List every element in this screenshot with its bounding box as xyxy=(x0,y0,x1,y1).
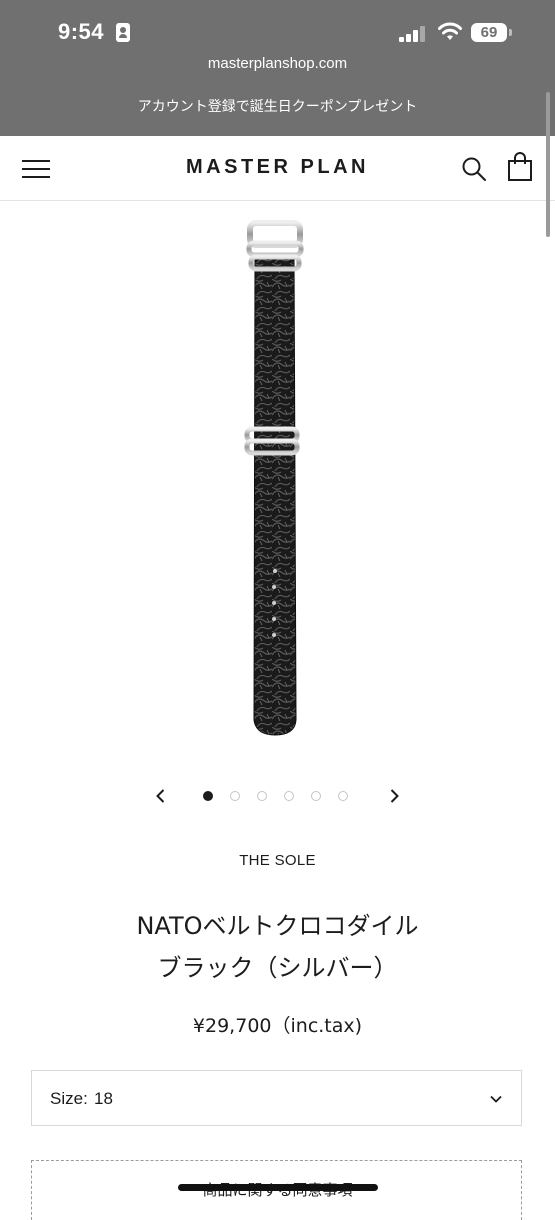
product-title-line: NATOベルトクロコダイル xyxy=(136,912,419,940)
carousel-dot[interactable] xyxy=(203,791,213,801)
url-bar[interactable]: masterplanshop.com xyxy=(0,55,555,72)
home-indicator xyxy=(178,1184,378,1191)
search-icon[interactable] xyxy=(461,156,487,182)
battery-tip xyxy=(509,29,512,36)
product-title: NATOベルトクロコダイル ブラック（シルバー） xyxy=(60,905,495,989)
chevron-down-icon xyxy=(490,1095,502,1103)
product-title-line: ブラック（シルバー） xyxy=(157,954,398,982)
chevron-right-icon[interactable] xyxy=(384,786,404,806)
status-time: 9:54 xyxy=(58,19,105,44)
product-brand[interactable]: THE SOLE xyxy=(0,852,555,869)
cellular-signal-icon xyxy=(399,26,427,42)
carousel-dot[interactable] xyxy=(338,791,348,801)
image-carousel-nav xyxy=(0,784,555,810)
browser-chrome: 9:54 69 masterplanshop.com アカウント登録で誕生日クー… xyxy=(0,0,555,136)
product-image[interactable] xyxy=(200,215,350,745)
product-price: ¥29,700（inc.tax) xyxy=(192,1015,363,1037)
wifi-icon xyxy=(438,22,462,40)
battery-level: 69 xyxy=(471,23,507,42)
carousel-dot[interactable] xyxy=(311,791,321,801)
size-select[interactable]: Size: 18 xyxy=(31,1070,522,1126)
site-header: MASTER PLAN xyxy=(0,136,555,201)
size-label: Size: xyxy=(50,1089,88,1108)
carousel-dot[interactable] xyxy=(257,791,267,801)
page-scrollbar[interactable] xyxy=(546,92,550,237)
id-card-icon xyxy=(116,23,130,42)
carousel-dot[interactable] xyxy=(230,791,240,801)
size-value: 18 xyxy=(94,1089,113,1108)
promo-banner[interactable]: アカウント登録で誕生日クーポンプレゼント xyxy=(0,96,555,116)
chevron-left-icon[interactable] xyxy=(151,786,171,806)
shopping-bag-icon[interactable] xyxy=(507,152,533,182)
carousel-dot[interactable] xyxy=(284,791,294,801)
